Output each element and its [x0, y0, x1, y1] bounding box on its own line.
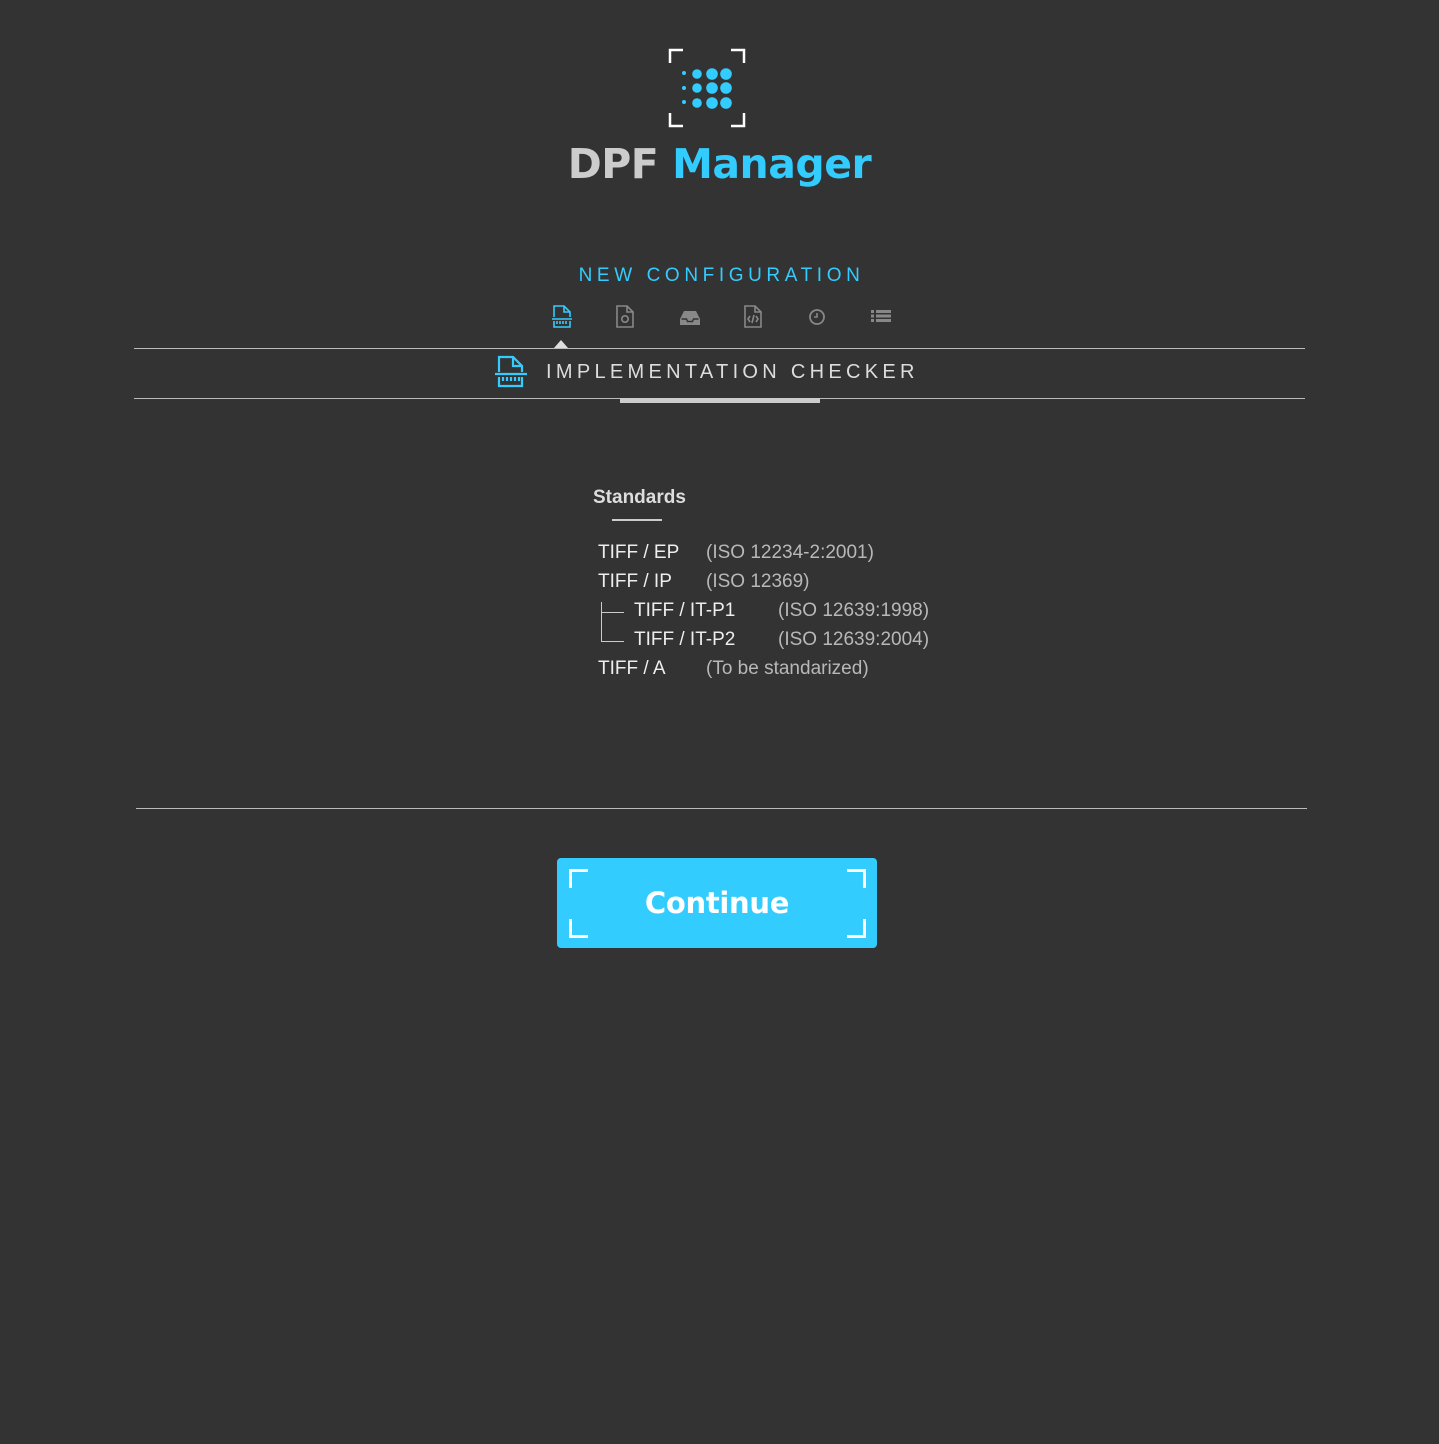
wizard-steps — [0, 304, 1439, 348]
brand-dpf: DPF — [567, 140, 659, 188]
standard-name: TIFF / IT-P2 — [634, 629, 736, 650]
standard-iso: (ISO 12234-2:2001) — [706, 542, 874, 563]
standards-heading: Standards — [593, 487, 686, 508]
corner-bracket — [569, 919, 588, 938]
standard-iso: (To be standarized) — [706, 658, 869, 679]
standard-iso: (ISO 12369) — [706, 571, 810, 592]
code-file-icon[interactable] — [743, 304, 767, 330]
continue-button[interactable]: Continue — [557, 858, 877, 948]
tree-branch — [601, 641, 624, 642]
section-title: IMPLEMENTATION CHECKER — [546, 361, 919, 383]
implementation-checker-icon[interactable] — [551, 304, 575, 330]
inbox-tray-icon[interactable] — [679, 304, 703, 330]
tree-branch — [601, 612, 624, 613]
standards-heading-underline — [612, 519, 662, 521]
standard-name: TIFF / EP — [598, 542, 680, 563]
standard-iso: (ISO 12639:1998) — [778, 600, 930, 621]
policy-rules-icon[interactable] — [615, 304, 639, 330]
app-title: DPF Manager — [0, 138, 1439, 190]
standard-name: TIFF / A — [598, 658, 666, 679]
dpf-logo-icon — [668, 48, 746, 128]
standard-iso: (ISO 12639:2004) — [778, 629, 930, 650]
section-underline — [620, 398, 820, 403]
clock-icon[interactable] — [806, 304, 830, 330]
config-page: DPF Manager NEW CONFIGURATION IMPLEMENTA… — [0, 0, 1439, 1444]
divider-top — [134, 348, 1305, 349]
implementation-checker-icon — [495, 355, 527, 388]
continue-label: Continue — [644, 886, 790, 920]
tree-connector — [601, 602, 602, 641]
standard-name: TIFF / IT-P1 — [634, 600, 736, 621]
corner-bracket — [847, 919, 866, 938]
wizard-title: NEW CONFIGURATION — [578, 265, 865, 286]
standard-name: TIFF / IP — [598, 571, 672, 592]
brand-manager: Manager — [672, 140, 872, 188]
list-icon[interactable] — [870, 304, 894, 330]
active-step-indicator — [554, 340, 568, 348]
footer-divider — [136, 808, 1307, 809]
